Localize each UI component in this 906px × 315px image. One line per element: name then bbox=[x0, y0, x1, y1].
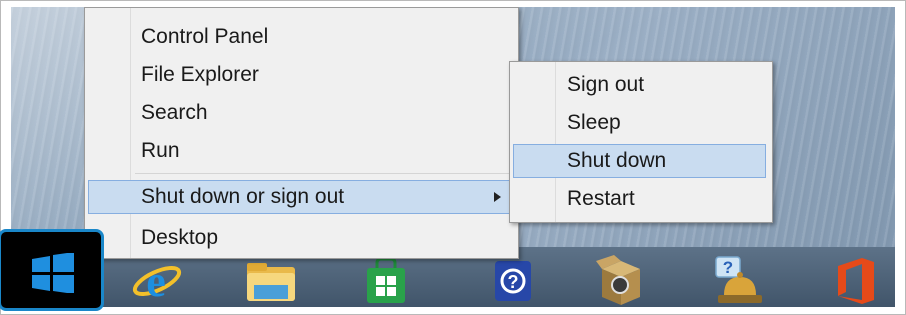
context-menu: Control Panel File Explorer Search Run S… bbox=[84, 7, 519, 259]
start-button[interactable] bbox=[0, 229, 104, 311]
submenu-item-label: Restart bbox=[567, 187, 635, 210]
windows-logo-icon bbox=[32, 253, 74, 293]
help-desk-bell-icon[interactable]: ? bbox=[706, 253, 766, 307]
menu-item-label: Control Panel bbox=[141, 25, 269, 48]
help-icon[interactable]: ? bbox=[483, 253, 543, 307]
menu-item-run[interactable]: Run bbox=[85, 134, 516, 168]
store-icon[interactable] bbox=[356, 253, 416, 307]
screenshot-frame: e ? ? Control Panel File Explorer Search… bbox=[0, 0, 906, 315]
office-icon[interactable] bbox=[826, 253, 886, 307]
menu-item-desktop[interactable]: Desktop bbox=[85, 221, 516, 255]
submenu-item-label: Shut down bbox=[567, 149, 667, 172]
svg-text:?: ? bbox=[508, 272, 519, 292]
file-explorer-icon[interactable] bbox=[241, 253, 301, 307]
desktop-wallpaper: e ? ? Control Panel File Explorer Search… bbox=[11, 7, 895, 307]
menu-item-file-explorer[interactable]: File Explorer bbox=[85, 58, 516, 92]
menu-item-label: Desktop bbox=[141, 226, 219, 249]
menu-item-shut-down-or-sign-out[interactable]: Shut down or sign out bbox=[88, 180, 512, 214]
menu-item-label: Search bbox=[141, 101, 208, 124]
submenu-item-shut-down[interactable]: Shut down bbox=[513, 144, 766, 178]
package-box-icon[interactable] bbox=[591, 253, 651, 307]
submenu-item-label: Sleep bbox=[567, 111, 621, 134]
internet-explorer-icon[interactable]: e bbox=[126, 253, 186, 307]
svg-text:e: e bbox=[146, 257, 166, 306]
menu-separator bbox=[135, 173, 511, 174]
submenu-item-sign-out[interactable]: Sign out bbox=[510, 68, 770, 102]
svg-text:?: ? bbox=[723, 258, 733, 277]
submenu-item-label: Sign out bbox=[567, 73, 645, 96]
submenu-item-restart[interactable]: Restart bbox=[510, 182, 770, 216]
shutdown-submenu: Sign out Sleep Shut down Restart bbox=[509, 61, 773, 223]
menu-item-label: Run bbox=[141, 139, 180, 162]
menu-item-label: File Explorer bbox=[141, 63, 259, 86]
submenu-item-sleep[interactable]: Sleep bbox=[510, 106, 770, 140]
menu-item-search[interactable]: Search bbox=[85, 96, 516, 130]
submenu-arrow-icon bbox=[494, 192, 501, 202]
menu-item-control-panel[interactable]: Control Panel bbox=[85, 20, 516, 54]
menu-item-label: Shut down or sign out bbox=[141, 185, 345, 208]
